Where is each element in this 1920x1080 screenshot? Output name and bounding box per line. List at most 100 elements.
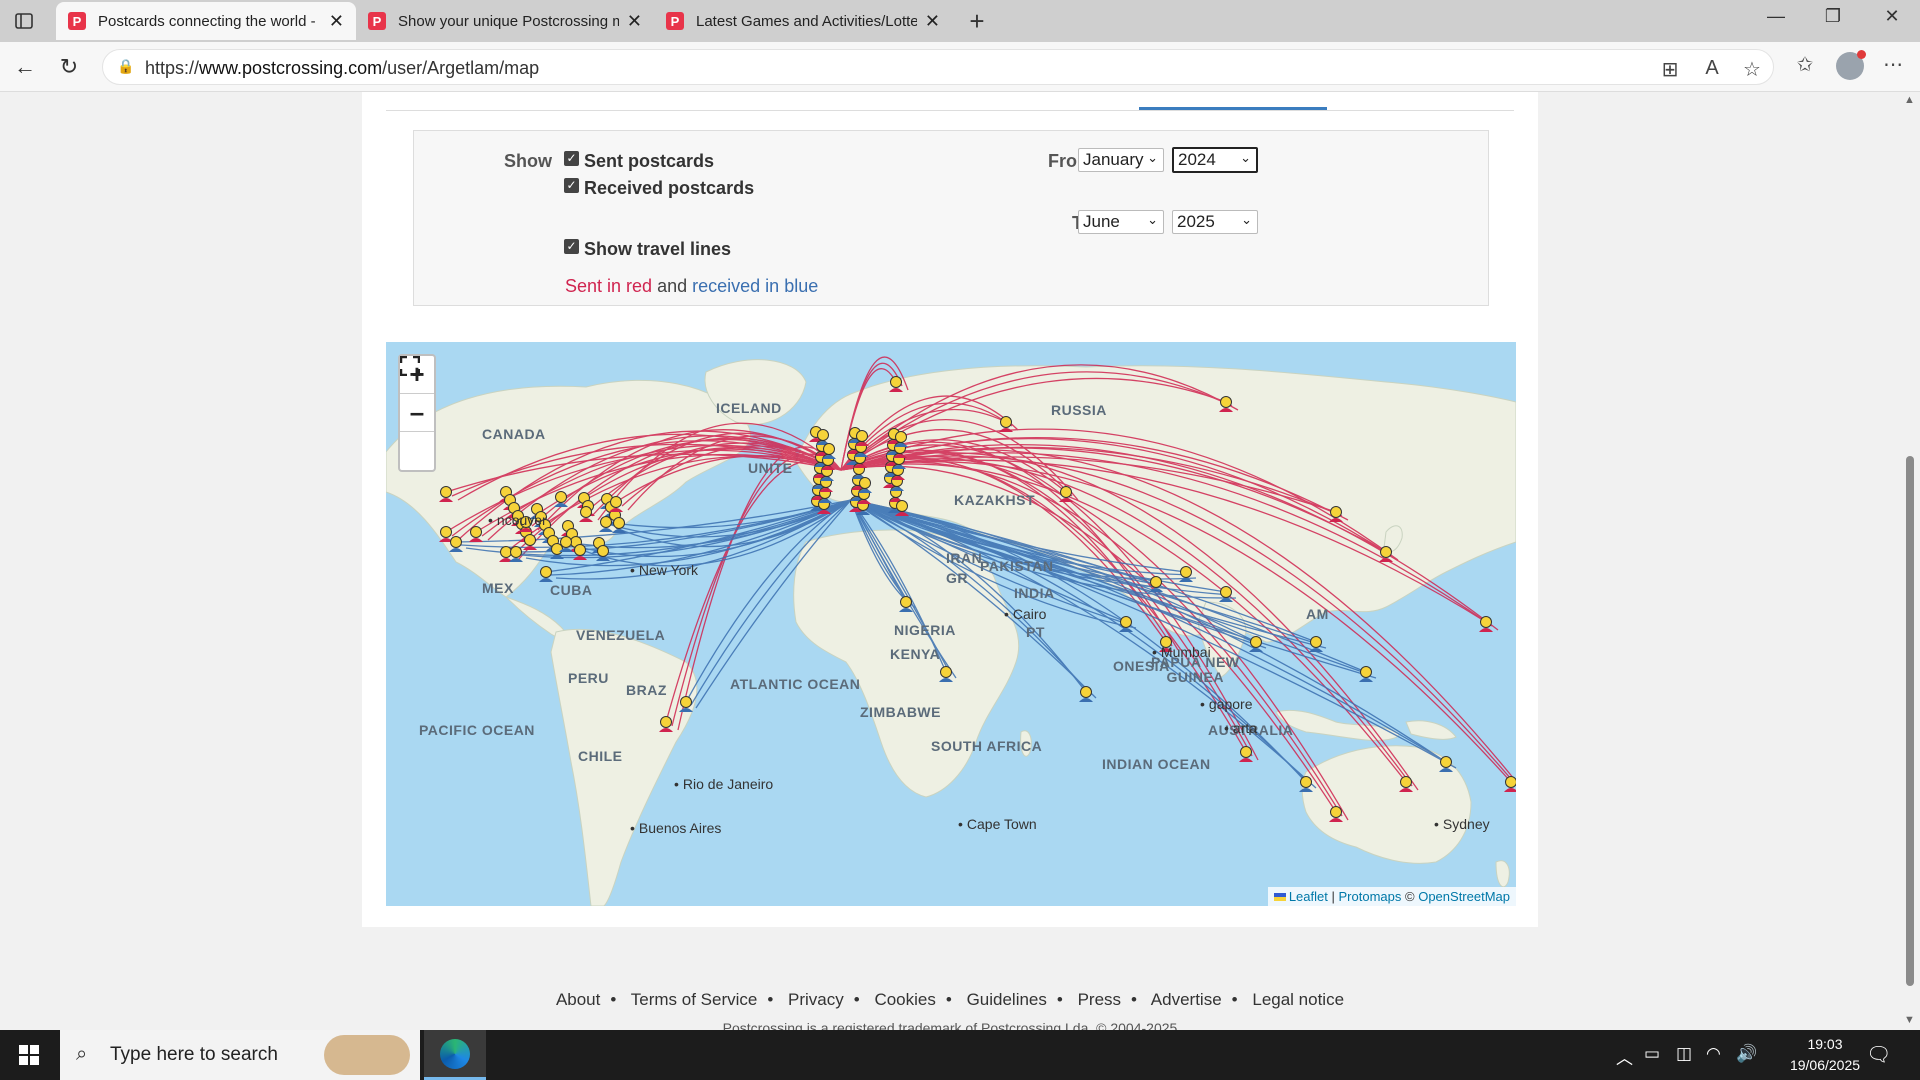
minimize-button[interactable]: —	[1756, 6, 1796, 27]
tab-show-unique[interactable]: P Show your unique Postcrossing m ✕	[356, 2, 654, 40]
tab-strip: P Postcards connecting the world - ✕ P S…	[0, 0, 1920, 42]
back-arrow-icon[interactable]: ←	[10, 52, 40, 82]
received-checkbox[interactable]: ✓	[564, 178, 579, 193]
show-label: Show	[504, 151, 552, 171]
protomaps-link[interactable]: Protomaps	[1339, 889, 1402, 904]
camera-icon[interactable]: ◫	[1676, 1044, 1692, 1064]
tab-latest-games[interactable]: P Latest Games and Activities/Lotte ✕	[654, 2, 952, 40]
fullscreen-icon[interactable]	[400, 356, 434, 470]
footer-guidelines-link[interactable]: Guidelines	[967, 990, 1047, 1009]
label-indian-ocean: INDIAN OCEAN	[1102, 756, 1211, 772]
scroll-down-icon[interactable]: ▼	[1904, 1014, 1915, 1026]
received-postcard-marker-icon[interactable]	[1249, 636, 1263, 653]
close-tab-icon[interactable]: ✕	[329, 11, 344, 32]
openstreetmap-link[interactable]: OpenStreetMap	[1418, 889, 1510, 904]
received-checkbox-label[interactable]: Received postcards	[584, 178, 754, 199]
read-aloud-icon[interactable]: A	[1699, 57, 1725, 80]
label-zimbabwe: ZIMBABWE	[860, 704, 941, 720]
attr-copy: ©	[1405, 889, 1415, 904]
close-tab-icon[interactable]: ✕	[627, 11, 642, 32]
tab-title: Postcards connecting the world -	[98, 12, 316, 30]
close-window-button[interactable]: ✕	[1872, 6, 1912, 27]
url-field[interactable]: 🔒 https://www.postcrossing.com/user/Arge…	[102, 49, 1774, 85]
tab-actions-icon[interactable]	[10, 7, 38, 35]
to-month-value: June	[1083, 212, 1120, 231]
postcrossing-favicon-icon: P	[68, 12, 86, 30]
new-tab-button[interactable]: +	[962, 6, 992, 37]
favorite-star-icon[interactable]: ☆	[1739, 57, 1765, 82]
more-menu-icon[interactable]: ⋯	[1878, 52, 1908, 77]
attr-sep: |	[1331, 889, 1335, 904]
leaflet-link[interactable]: Leaflet	[1289, 889, 1328, 904]
footer-copyright: Postcrossing is a registered trademark o…	[722, 1020, 1178, 1030]
close-tab-icon[interactable]: ✕	[925, 11, 940, 32]
wifi-icon[interactable]: ◠	[1706, 1044, 1721, 1064]
footer-press-link[interactable]: Press	[1078, 990, 1121, 1009]
battery-icon[interactable]: ▭	[1644, 1044, 1660, 1064]
app-available-icon[interactable]: ⊞	[1657, 57, 1683, 82]
label-pacific-ocean: PACIFIC OCEAN	[419, 722, 535, 738]
url-text: https://www.postcrossing.com/user/Argetl…	[145, 58, 540, 78]
png-land	[1405, 720, 1457, 740]
page-scrollbar[interactable]: ▲ ▼	[1900, 92, 1920, 1030]
from-month-value: January	[1083, 150, 1144, 169]
ukraine-flag-icon	[1273, 893, 1286, 901]
city-jakarta: arta	[1224, 720, 1257, 736]
received-postcard-marker-icon[interactable]	[1119, 616, 1133, 633]
legend-sent: Sent in red	[565, 276, 653, 296]
sent-postcard-marker-icon[interactable]	[1479, 616, 1493, 633]
chevron-down-icon: ⌄	[1240, 150, 1251, 165]
legend-received: received in blue	[692, 276, 819, 296]
footer-about-link[interactable]: About	[556, 990, 600, 1009]
footer-legal-link[interactable]: Legal notice	[1252, 990, 1344, 1009]
notifications-icon[interactable]: 🗨	[1866, 1042, 1891, 1067]
label-venezuela: VENEZUELA	[576, 627, 666, 643]
label-cuba: CUBA	[550, 582, 593, 598]
city-rio: Rio de Janeiro	[674, 776, 773, 792]
sent-postcard-marker-icon[interactable]	[1239, 746, 1253, 763]
sent-checkbox[interactable]: ✓	[564, 151, 579, 166]
favorites-icon[interactable]: ✩	[1790, 52, 1820, 77]
from-year-select[interactable]: 2024 ⌄	[1172, 147, 1258, 173]
label-iceland: ICELAND	[716, 400, 782, 416]
postcard-map[interactable]: CANADA ICELAND RUSSIA UNITE KAZAKHST IRA…	[386, 342, 1516, 906]
site-info-lock-icon[interactable]: 🔒	[117, 58, 134, 75]
received-postcard-marker-icon[interactable]	[539, 566, 553, 583]
profile-avatar[interactable]	[1836, 50, 1866, 80]
footer-privacy-link[interactable]: Privacy	[788, 990, 844, 1009]
footer-terms-link[interactable]: Terms of Service	[631, 990, 758, 1009]
travel-lines-checkbox[interactable]: ✓	[564, 239, 579, 254]
tab-postcards-connecting[interactable]: P Postcards connecting the world - ✕	[56, 2, 356, 40]
zoom-out-button[interactable]: –	[400, 394, 434, 432]
label-kazakhstan: KAZAKHST	[954, 492, 1035, 508]
received-postcard-marker-icon[interactable]	[1359, 666, 1373, 683]
label-brazil: BRAZ	[626, 682, 667, 698]
sent-postcard-marker-icon[interactable]	[1504, 776, 1516, 793]
scroll-up-icon[interactable]: ▲	[1904, 94, 1915, 106]
show-hidden-icons-chevron-icon[interactable]: ︿	[1616, 1044, 1633, 1069]
label-south-africa: SOUTH AFRICA	[931, 738, 1043, 754]
windows-start-icon[interactable]	[0, 1030, 58, 1080]
refresh-icon[interactable]: ↻	[54, 52, 84, 82]
label-am: AM	[1306, 606, 1329, 622]
volume-icon[interactable]: 🔊	[1736, 1044, 1757, 1064]
restore-button[interactable]: ❐	[1813, 6, 1853, 27]
edge-browser-icon[interactable]	[424, 1030, 486, 1080]
indonesia-land	[1275, 709, 1399, 741]
chevron-down-icon: ⌄	[1147, 212, 1158, 227]
city-singapore: gapore	[1200, 696, 1253, 712]
from-month-select[interactable]: January ⌄	[1078, 148, 1164, 172]
footer-cookies-link[interactable]: Cookies	[874, 990, 935, 1009]
taskbar-search-box[interactable]: ⌕ Type here to search	[60, 1030, 420, 1080]
label-canada: CANADA	[482, 426, 546, 442]
footer-advertise-link[interactable]: Advertise	[1151, 990, 1222, 1009]
line-legend: Sent in red and received in blue	[565, 276, 818, 297]
travel-lines-label[interactable]: Show travel lines	[584, 239, 731, 260]
scrollbar-thumb[interactable]	[1906, 456, 1914, 986]
received-postcard-marker-icon[interactable]	[1079, 686, 1093, 703]
to-year-select[interactable]: 2025 ⌄	[1172, 210, 1258, 234]
page-viewport: Show ✓ Sent postcards ✓ Received postcar…	[0, 92, 1900, 1030]
map-card: Show ✓ Sent postcards ✓ Received postcar…	[362, 92, 1538, 927]
sent-checkbox-label[interactable]: Sent postcards	[584, 151, 714, 172]
to-month-select[interactable]: June ⌄	[1078, 210, 1164, 234]
